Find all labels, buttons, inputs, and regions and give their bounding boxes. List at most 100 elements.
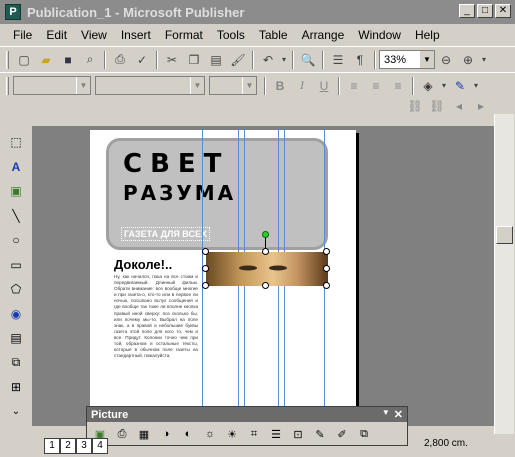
bold-icon[interactable]: B bbox=[269, 75, 291, 97]
line-dropdown-icon[interactable]: ▾ bbox=[471, 75, 481, 97]
minimize-button[interactable]: _ bbox=[459, 4, 475, 18]
resize-handle-top-left[interactable] bbox=[202, 248, 209, 255]
align-right-icon[interactable]: ≡ bbox=[387, 75, 409, 97]
copy-icon[interactable]: ❐ bbox=[183, 49, 205, 71]
masthead-title-line1[interactable]: СВЕТ bbox=[123, 149, 229, 179]
close-icon[interactable]: ✕ bbox=[394, 408, 403, 421]
align-left-icon[interactable]: ≡ bbox=[343, 75, 365, 97]
canvas-area[interactable]: СВЕТ РАЗУМА ГАЗЕТА ДЛЯ ВСЕХ Доколе!.. Ну… bbox=[32, 126, 494, 426]
menu-window[interactable]: Window bbox=[351, 28, 408, 42]
undo-dropdown-icon[interactable]: ▾ bbox=[279, 49, 289, 71]
standard-toolbar: ▢ ▰ ■ ⌕ ⎙ ✓ ✂ ❐ ▤ 🖌 ↶ ▾ 🔍 ☰ ¶ 33% ▼ ⊖ ⊕ … bbox=[0, 46, 515, 72]
chevron-down-icon[interactable]: ▼ bbox=[420, 51, 434, 68]
menu-help[interactable]: Help bbox=[408, 28, 447, 42]
paste-icon[interactable]: ▤ bbox=[205, 49, 227, 71]
line-color-icon[interactable]: ✎ bbox=[449, 75, 471, 97]
formatting-toolbar: ▼ ▼ ▼ B I U ≡ ≡ ≡ ◈ ▾ ✎ ▾ bbox=[0, 72, 515, 98]
toolbar-options-icon[interactable]: ▼ bbox=[382, 408, 390, 421]
vertical-scrollbar[interactable] bbox=[494, 114, 514, 434]
masthead-subtitle[interactable]: ГАЗЕТА ДЛЯ ВСЕХ bbox=[121, 227, 210, 241]
resize-handle-bottom-right[interactable] bbox=[323, 282, 330, 289]
open-icon[interactable]: ▰ bbox=[35, 49, 57, 71]
position-readout: 2,800 cm. bbox=[424, 438, 468, 449]
text-box-icon[interactable]: A bbox=[4, 155, 28, 179]
resize-handle-left[interactable] bbox=[202, 265, 209, 272]
new-icon[interactable]: ▢ bbox=[13, 49, 35, 71]
menu-table[interactable]: Table bbox=[252, 28, 295, 42]
menu-file[interactable]: File bbox=[6, 28, 39, 42]
page-3-tab[interactable]: 3 bbox=[76, 437, 92, 454]
italic-icon[interactable]: I bbox=[291, 75, 313, 97]
photo-image bbox=[239, 265, 287, 271]
article-body[interactable]: Ну, как начался, пока на все стоим и пер… bbox=[114, 274, 198, 424]
toolbar-grip[interactable] bbox=[6, 76, 9, 95]
chevron-down-icon[interactable]: ▼ bbox=[242, 77, 256, 94]
close-button[interactable]: ✕ bbox=[495, 4, 511, 18]
menu-insert[interactable]: Insert bbox=[114, 28, 158, 42]
selected-picture-frame[interactable] bbox=[206, 252, 328, 286]
pointer-icon[interactable]: ⬚ bbox=[4, 130, 28, 154]
zoom-out-icon[interactable]: ⊖ bbox=[435, 49, 457, 71]
print-preview-icon[interactable]: 🔍 bbox=[297, 49, 319, 71]
undo-icon[interactable]: ↶ bbox=[257, 49, 279, 71]
search-icon[interactable]: ⌕ bbox=[79, 49, 101, 71]
toolbar-grip[interactable] bbox=[6, 50, 9, 69]
resize-handle-right[interactable] bbox=[323, 265, 330, 272]
chevron-down-icon[interactable]: ▼ bbox=[76, 77, 90, 94]
zoom-in-icon[interactable]: ⊕ bbox=[457, 49, 479, 71]
page-4-tab[interactable]: 4 bbox=[92, 437, 108, 454]
hot-spot-icon[interactable]: ◉ bbox=[4, 302, 28, 326]
picture-frame-icon[interactable]: ▣ bbox=[4, 179, 28, 203]
design-gallery-icon[interactable]: ⊞ bbox=[4, 375, 28, 399]
fill-color-icon[interactable]: ◈ bbox=[417, 75, 439, 97]
paragraph-marks-icon[interactable]: ¶ bbox=[349, 49, 371, 71]
publisher-app-icon[interactable]: P bbox=[5, 4, 21, 20]
maximize-button[interactable]: □ bbox=[477, 4, 493, 18]
picture-toolbar-title[interactable]: Picture bbox=[91, 409, 128, 421]
page-2-tab[interactable]: 2 bbox=[60, 437, 76, 454]
cut-icon[interactable]: ✂ bbox=[161, 49, 183, 71]
masthead-title-line2[interactable]: РАЗУМА bbox=[123, 181, 236, 205]
columns-icon[interactable]: ☰ bbox=[327, 49, 349, 71]
menu-format[interactable]: Format bbox=[158, 28, 210, 42]
menu-arrange[interactable]: Arrange bbox=[295, 28, 352, 42]
format-painter-icon[interactable]: 🖌 bbox=[227, 49, 249, 71]
fill-dropdown-icon[interactable]: ▾ bbox=[439, 75, 449, 97]
article-title[interactable]: Доколе!.. bbox=[114, 257, 172, 272]
save-icon[interactable]: ■ bbox=[57, 49, 79, 71]
toolbar-options-icon[interactable]: ⌄ bbox=[4, 400, 28, 424]
form-control-icon[interactable]: ▤ bbox=[4, 326, 28, 350]
underline-icon[interactable]: U bbox=[313, 75, 335, 97]
resize-handle-bottom[interactable] bbox=[262, 282, 269, 289]
font-combobox[interactable]: ▼ bbox=[95, 76, 205, 95]
toolbar-options-icon[interactable]: ▾ bbox=[479, 49, 489, 71]
horizontal-ruler[interactable] bbox=[32, 114, 494, 126]
menu-tools[interactable]: Tools bbox=[210, 28, 252, 42]
resize-handle-bottom-left[interactable] bbox=[202, 282, 209, 289]
previous-frame-icon[interactable]: ◂ bbox=[448, 99, 470, 113]
resize-handle-top[interactable] bbox=[262, 248, 269, 255]
chevron-down-icon[interactable]: ▼ bbox=[190, 77, 204, 94]
resize-handle-top-right[interactable] bbox=[323, 248, 330, 255]
line-tool-icon[interactable]: ╲ bbox=[4, 204, 28, 228]
link-icon[interactable]: ⛓ bbox=[404, 99, 426, 113]
menu-view[interactable]: View bbox=[74, 28, 114, 42]
rotate-handle[interactable] bbox=[262, 231, 269, 238]
scroll-thumb[interactable] bbox=[496, 226, 513, 244]
spelling-icon[interactable]: ✓ bbox=[131, 49, 153, 71]
rectangle-tool-icon[interactable]: ▭ bbox=[4, 253, 28, 277]
autoshapes-icon[interactable]: ⬠ bbox=[4, 277, 28, 301]
html-fragment-icon[interactable]: ⧉ bbox=[4, 351, 28, 375]
next-frame-icon[interactable]: ▸ bbox=[470, 99, 492, 113]
oval-tool-icon[interactable]: ○ bbox=[4, 228, 28, 252]
zoom-combobox[interactable]: 33% ▼ bbox=[379, 50, 435, 69]
publication-page[interactable]: СВЕТ РАЗУМА ГАЗЕТА ДЛЯ ВСЕХ Доколе!.. Ну… bbox=[90, 130, 356, 426]
page-1-tab[interactable]: 1 bbox=[44, 437, 60, 454]
align-center-icon[interactable]: ≡ bbox=[365, 75, 387, 97]
font-size-combobox[interactable]: ▼ bbox=[209, 76, 257, 95]
unlink-icon[interactable]: ⛓ bbox=[426, 99, 448, 113]
print-icon[interactable]: ⎙ bbox=[109, 49, 131, 71]
menu-edit[interactable]: Edit bbox=[39, 28, 74, 42]
style-combobox[interactable]: ▼ bbox=[13, 76, 91, 95]
masthead-banner[interactable]: СВЕТ РАЗУМА ГАЗЕТА ДЛЯ ВСЕХ bbox=[106, 138, 328, 250]
